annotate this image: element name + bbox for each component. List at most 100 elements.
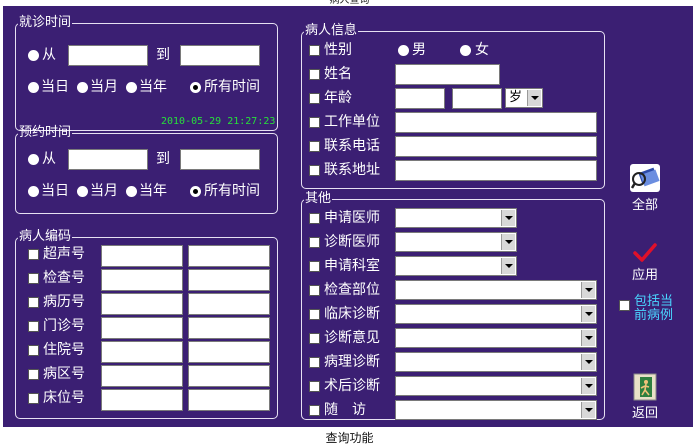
requesting-dept-select[interactable] bbox=[395, 256, 517, 276]
visit-range-year-radio[interactable] bbox=[126, 82, 137, 93]
visit-range-all-radio[interactable] bbox=[190, 82, 201, 93]
age-unit-select[interactable]: 岁 bbox=[505, 88, 543, 108]
code-outpatient-input-2[interactable] bbox=[188, 317, 270, 339]
code-outpatient-checkbox[interactable] bbox=[28, 321, 39, 332]
exam-site-select[interactable] bbox=[395, 280, 597, 300]
code-ultrasound-input-2[interactable] bbox=[188, 245, 270, 267]
postop-diagnosis-checkbox[interactable] bbox=[309, 381, 320, 392]
code-ultrasound-input-1[interactable] bbox=[101, 245, 183, 267]
code-bed-checkbox[interactable] bbox=[28, 393, 39, 404]
age-label: 年龄 bbox=[324, 90, 352, 106]
code-bed-input-1[interactable] bbox=[101, 389, 183, 411]
code-exam-checkbox[interactable] bbox=[28, 273, 39, 284]
diagnosis-opinion-checkbox[interactable] bbox=[309, 333, 320, 344]
address-input[interactable] bbox=[395, 160, 597, 181]
diagnosing-doctor-select[interactable] bbox=[395, 232, 517, 252]
exam-site-checkbox[interactable] bbox=[309, 285, 320, 296]
visit-to-input[interactable] bbox=[180, 45, 260, 66]
code-ward-input-2[interactable] bbox=[188, 365, 270, 387]
code-outpatient-input-1[interactable] bbox=[101, 317, 183, 339]
checkmark-icon bbox=[633, 243, 657, 262]
exit-door-icon bbox=[633, 373, 657, 401]
name-checkbox[interactable] bbox=[309, 69, 320, 80]
code-ward-input-1[interactable] bbox=[101, 365, 183, 387]
appt-to-input[interactable] bbox=[180, 149, 260, 170]
visit-range-month-radio[interactable] bbox=[77, 82, 88, 93]
code-ultrasound-checkbox[interactable] bbox=[28, 249, 39, 260]
follow-up-select[interactable] bbox=[395, 400, 597, 420]
all-button-label: 全部 bbox=[631, 198, 658, 213]
chevron-down-icon[interactable] bbox=[581, 330, 595, 346]
visit-range-today-label: 当日 bbox=[41, 79, 69, 95]
name-input[interactable] bbox=[395, 64, 500, 85]
appt-range-all-radio[interactable] bbox=[190, 186, 201, 197]
include-current-checkbox[interactable] bbox=[619, 300, 630, 311]
code-inpatient-input-2[interactable] bbox=[188, 341, 270, 363]
code-bed-input-2[interactable] bbox=[188, 389, 270, 411]
diagnosis-opinion-select[interactable] bbox=[395, 328, 597, 348]
patient-code-legend: 病人编码 bbox=[19, 229, 72, 244]
follow-up-checkbox[interactable] bbox=[309, 405, 320, 416]
requesting-doctor-checkbox[interactable] bbox=[309, 213, 320, 224]
chevron-down-icon[interactable] bbox=[581, 306, 595, 322]
appt-range-month-radio[interactable] bbox=[77, 186, 88, 197]
phone-input[interactable] bbox=[395, 136, 597, 157]
back-button[interactable]: 返回 bbox=[625, 372, 665, 421]
clinical-diagnosis-select[interactable] bbox=[395, 304, 597, 324]
gender-female-radio[interactable] bbox=[460, 45, 471, 56]
pathology-diagnosis-select[interactable] bbox=[395, 352, 597, 372]
chevron-down-icon[interactable] bbox=[527, 90, 541, 106]
include-current-label[interactable]: 包括当前病例 bbox=[634, 295, 682, 323]
address-label: 联系地址 bbox=[324, 162, 380, 178]
pathology-diagnosis-checkbox[interactable] bbox=[309, 357, 320, 368]
code-exam-input-2[interactable] bbox=[188, 269, 270, 291]
all-button[interactable]: 全部 bbox=[625, 162, 665, 213]
postop-diagnosis-select[interactable] bbox=[395, 376, 597, 396]
address-checkbox[interactable] bbox=[309, 165, 320, 176]
follow-up-label: 随 访 bbox=[324, 402, 366, 418]
age-unit-value: 岁 bbox=[509, 90, 523, 105]
visit-from-input[interactable] bbox=[68, 45, 148, 66]
patient-info-legend: 病人信息 bbox=[305, 23, 358, 38]
window-caption: 病人查询 bbox=[0, 0, 699, 5]
appt-from-input[interactable] bbox=[68, 149, 148, 170]
age-to-input[interactable] bbox=[452, 88, 502, 109]
code-inpatient-checkbox[interactable] bbox=[28, 345, 39, 356]
diagnosing-doctor-checkbox[interactable] bbox=[309, 237, 320, 248]
chevron-down-icon[interactable] bbox=[501, 210, 515, 226]
visit-range-today-radio[interactable] bbox=[28, 82, 39, 93]
phone-checkbox[interactable] bbox=[309, 141, 320, 152]
requesting-dept-checkbox[interactable] bbox=[309, 261, 320, 272]
code-outpatient-label: 门诊号 bbox=[43, 318, 85, 334]
employer-checkbox[interactable] bbox=[309, 117, 320, 128]
chevron-down-icon[interactable] bbox=[501, 258, 515, 274]
query-panel: 就诊时间 从 到 当日 当月 当年 所有时间 2010-05-29 21:27:… bbox=[3, 6, 693, 427]
chevron-down-icon[interactable] bbox=[581, 378, 595, 394]
code-record-input-1[interactable] bbox=[101, 293, 183, 315]
chevron-down-icon[interactable] bbox=[581, 354, 595, 370]
chevron-down-icon[interactable] bbox=[501, 234, 515, 250]
appt-range-today-radio[interactable] bbox=[28, 186, 39, 197]
appt-from-radio[interactable] bbox=[28, 154, 39, 165]
code-ward-label: 病区号 bbox=[43, 366, 85, 382]
clinical-diagnosis-label: 临床诊断 bbox=[324, 306, 380, 322]
code-record-checkbox[interactable] bbox=[28, 297, 39, 308]
appt-to-label: 到 bbox=[156, 151, 170, 167]
clinical-diagnosis-checkbox[interactable] bbox=[309, 309, 320, 320]
requesting-doctor-select[interactable] bbox=[395, 208, 517, 228]
code-inpatient-input-1[interactable] bbox=[101, 341, 183, 363]
gender-male-radio[interactable] bbox=[398, 45, 409, 56]
appt-range-year-radio[interactable] bbox=[126, 186, 137, 197]
visit-from-radio[interactable] bbox=[28, 50, 39, 61]
chevron-down-icon[interactable] bbox=[581, 282, 595, 298]
code-exam-input-1[interactable] bbox=[101, 269, 183, 291]
code-ward-checkbox[interactable] bbox=[28, 369, 39, 380]
chevron-down-icon[interactable] bbox=[581, 402, 595, 418]
visit-time-legend: 就诊时间 bbox=[19, 15, 72, 30]
apply-button[interactable]: 应用 bbox=[625, 242, 665, 283]
gender-checkbox[interactable] bbox=[309, 45, 320, 56]
code-record-input-2[interactable] bbox=[188, 293, 270, 315]
age-from-input[interactable] bbox=[395, 88, 445, 109]
age-checkbox[interactable] bbox=[309, 93, 320, 104]
employer-input[interactable] bbox=[395, 112, 597, 133]
